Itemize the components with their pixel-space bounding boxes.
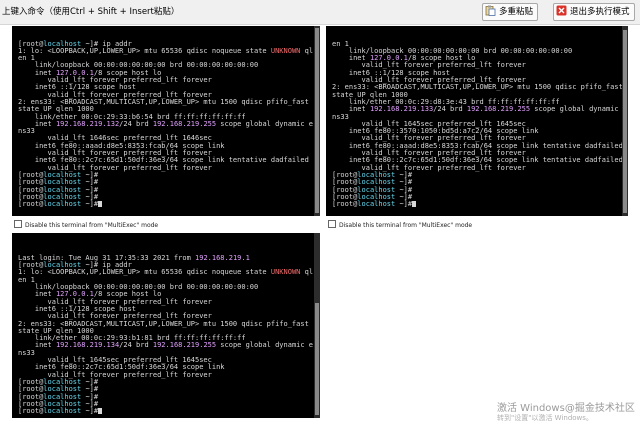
windows-activation-watermark: 激活 Windows@掘金技术社区 xyxy=(497,399,635,414)
terminal-text: localhost xyxy=(43,407,82,416)
terminal-text: ql xyxy=(300,46,314,55)
terminal-pane-1[interactable]: [root@localhost ~]# ip addr 1: lo: <LOOPB… xyxy=(12,26,320,216)
terminal-text: /24 brd xyxy=(119,119,153,128)
terminal-text: 1: lo: <LOOPBACK,UP,LOWER_UP> mtu 65536 … xyxy=(18,268,271,277)
scrollbar[interactable] xyxy=(314,26,320,216)
terminal-text: [root@ xyxy=(18,407,44,416)
terminal-line: [root@localhost ~]# xyxy=(326,200,628,209)
terminal-text: [root@ xyxy=(18,200,44,209)
terminal-text: 192.168.219.132 xyxy=(55,119,120,128)
terminal-line: 1: lo: <LOOPBACK,UP,LOWER_UP> mtu 65536 … xyxy=(12,46,320,55)
disable-multiexec-label: Disable this terminal from "MultiExec" m… xyxy=(339,222,473,229)
exit-multiexec-label: 退出多执行模式 xyxy=(570,7,630,17)
terminal-cursor xyxy=(98,201,103,208)
exit-multiexec-button[interactable]: 退出多执行模式 xyxy=(553,3,635,21)
terminal-output: [root@localhost ~]# ip addr 1: lo: <LOOPB… xyxy=(12,40,320,209)
paste-icon xyxy=(485,5,496,16)
multi-paste-label: 多重粘贴 xyxy=(499,7,534,17)
terminal-text: [root@ xyxy=(332,200,358,209)
terminal-text: scope global dynamic e xyxy=(530,105,628,114)
terminal-cursor xyxy=(412,201,417,208)
terminal-text: ~]# xyxy=(81,200,99,209)
terminal-line: [root@localhost ~]# xyxy=(12,200,320,209)
terminal-text: 192.168.219.134 xyxy=(55,341,120,350)
disable-multiexec-label: Disable this terminal from "MultiExec" m… xyxy=(25,222,159,229)
checkbox-box[interactable] xyxy=(14,220,22,228)
activation-subtitle: 转到"设置"以激活 Windows。 xyxy=(497,414,593,422)
terminal-text: localhost xyxy=(43,200,82,209)
scrollbar-thumb[interactable] xyxy=(315,28,319,213)
terminal-text: ~]# xyxy=(395,200,413,209)
terminal-text: ~]# xyxy=(81,407,99,416)
scrollbar-thumb[interactable] xyxy=(623,30,627,213)
terminal-text: /24 brd xyxy=(433,105,467,114)
terminal-text: 192.168.219.255 xyxy=(152,119,217,128)
terminal-output: Last login: Tue Aug 31 17:35:33 2021 fro… xyxy=(12,248,320,416)
terminal-line: 1: lo: <LOOPBACK,UP,LOWER_UP> mtu 65536 … xyxy=(12,269,320,276)
terminal-text: 192.168.219.133 xyxy=(369,105,434,114)
terminal-text: /24 brd xyxy=(119,341,153,350)
terminal-text: scope global dynamic e xyxy=(216,119,314,128)
terminal-line: inet 192.168.219.133/24 brd 192.168.219.… xyxy=(326,106,628,113)
terminal-line: inet 192.168.219.132/24 brd 192.168.219.… xyxy=(12,119,320,128)
terminal-text: 192.168.219.1 xyxy=(195,253,250,262)
scrollbar[interactable] xyxy=(314,233,320,418)
disable-multiexec-checkbox[interactable]: Disable this terminal from "MultiExec" m… xyxy=(14,220,158,229)
terminal-output: en 1 link/loopback 00:00:00:00:00:00 brd… xyxy=(326,40,628,209)
close-icon xyxy=(556,5,567,16)
terminal-text: 192.168.219.255 xyxy=(152,341,217,350)
scrollbar[interactable] xyxy=(622,26,628,216)
terminal-line: inet 192.168.219.134/24 brd 192.168.219.… xyxy=(12,342,320,349)
disable-multiexec-checkbox[interactable]: Disable this terminal from "MultiExec" m… xyxy=(328,220,472,229)
terminal-text: scope global dynamic e xyxy=(216,341,314,350)
terminal-cursor xyxy=(98,408,103,415)
checkbox-box[interactable] xyxy=(328,220,336,228)
command-hint: 上键入命令（使用Ctrl + Shift + Insert粘贴） xyxy=(2,7,180,17)
terminal-line: [root@localhost ~]# xyxy=(12,407,320,416)
multiexec-toolbar: 上键入命令（使用Ctrl + Shift + Insert粘贴） 多重粘贴 退出… xyxy=(0,0,640,25)
multi-paste-button[interactable]: 多重粘贴 xyxy=(482,3,539,21)
terminal-text: 192.168.219.255 xyxy=(466,105,531,114)
terminal-text: UNKNOWN xyxy=(270,46,301,55)
terminal-text: localhost xyxy=(357,200,396,209)
terminal-text: ql xyxy=(300,268,314,277)
terminal-pane-2[interactable]: en 1 link/loopback 00:00:00:00:00:00 brd… xyxy=(326,26,628,216)
terminal-text: UNKNOWN xyxy=(270,268,301,277)
terminal-pane-3[interactable]: Last login: Tue Aug 31 17:35:33 2021 fro… xyxy=(12,233,320,418)
scrollbar-thumb[interactable] xyxy=(315,303,319,415)
terminal-text: 1: lo: <LOOPBACK,UP,LOWER_UP> mtu 65536 … xyxy=(18,46,271,55)
